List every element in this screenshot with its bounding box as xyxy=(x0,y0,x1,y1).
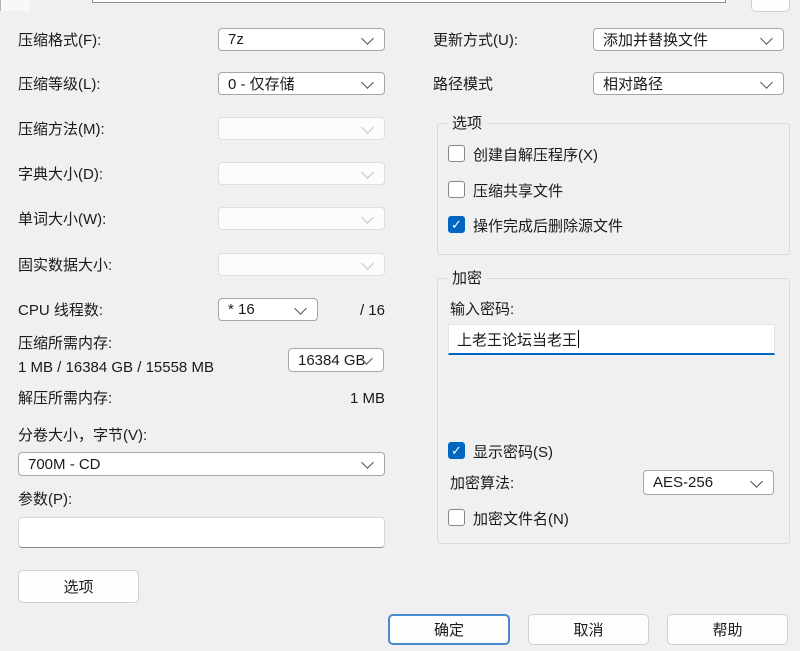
dictionary-select xyxy=(218,162,385,185)
encryption-group-title: 加密 xyxy=(447,269,487,288)
algorithm-select[interactable]: AES-256 xyxy=(643,470,774,495)
browse-button-partial[interactable] xyxy=(751,0,790,12)
level-select[interactable]: 0 - 仅存储 xyxy=(218,72,385,95)
word-size-label: 单词大小(W): xyxy=(18,210,106,229)
help-button-label: 帮助 xyxy=(712,619,742,640)
memory-limit-select[interactable]: 16384 GB xyxy=(288,348,384,372)
parameters-input[interactable] xyxy=(18,517,385,548)
password-input[interactable]: 上老王论坛当老王 xyxy=(448,324,775,355)
chevron-down-icon xyxy=(750,475,763,488)
split-volume-label: 分卷大小，字节(V): xyxy=(18,426,147,445)
word-size-select xyxy=(218,207,385,230)
options-button-label: 选项 xyxy=(63,576,93,597)
path-mode-select[interactable]: 相对路径 xyxy=(593,72,784,95)
chevron-down-icon xyxy=(361,257,374,270)
create-sfx-checkbox[interactable] xyxy=(448,145,465,162)
level-value: 0 - 仅存储 xyxy=(228,73,295,94)
format-label: 压缩格式(F): xyxy=(18,31,101,50)
options-group-title: 选项 xyxy=(447,114,487,133)
method-label: 压缩方法(M): xyxy=(18,120,105,139)
chevron-down-icon xyxy=(361,121,374,134)
algorithm-label: 加密算法: xyxy=(450,474,514,493)
memory-decompress-value: 1 MB xyxy=(335,389,385,408)
encrypt-filenames-checkbox[interactable] xyxy=(448,509,465,526)
memory-decompress-label: 解压所需内存: xyxy=(18,389,112,408)
chevron-down-icon xyxy=(361,76,374,89)
options-button[interactable]: 选项 xyxy=(18,570,139,603)
path-mode-label: 路径模式 xyxy=(433,75,493,94)
format-value: 7z xyxy=(228,31,244,48)
add-to-archive-dialog: 压缩格式(F): 7z 压缩等级(L): 0 - 仅存储 压缩方法(M): 字典… xyxy=(0,0,800,651)
cropped-control-partial xyxy=(0,0,30,11)
chevron-down-icon xyxy=(361,456,374,469)
level-label: 压缩等级(L): xyxy=(18,75,101,94)
chevron-down-icon xyxy=(760,76,773,89)
chevron-down-icon xyxy=(760,32,773,45)
update-mode-label: 更新方式(U): xyxy=(433,31,518,50)
solid-size-select xyxy=(218,253,385,276)
cancel-button-label: 取消 xyxy=(573,619,603,640)
cpu-threads-value: * 16 xyxy=(228,301,255,318)
show-password-label: 显示密码(S) xyxy=(473,443,553,462)
show-password-checkbox[interactable]: ✓ xyxy=(448,442,465,459)
delete-after-label: 操作完成后删除源文件 xyxy=(473,217,623,236)
format-select[interactable]: 7z xyxy=(218,28,385,51)
update-mode-value: 添加并替换文件 xyxy=(603,29,708,50)
cancel-button[interactable]: 取消 xyxy=(528,614,649,645)
compress-shared-checkbox[interactable] xyxy=(448,181,465,198)
ok-button[interactable]: 确定 xyxy=(388,614,510,645)
algorithm-value: AES-256 xyxy=(653,474,713,491)
solid-size-label: 固实数据大小: xyxy=(18,256,112,275)
path-mode-value: 相对路径 xyxy=(603,73,663,94)
parameters-label: 参数(P): xyxy=(18,490,72,509)
cpu-threads-select[interactable]: * 16 xyxy=(218,298,318,321)
delete-after-checkbox[interactable]: ✓ xyxy=(448,216,465,233)
method-select xyxy=(218,117,385,140)
cpu-threads-max: / 16 xyxy=(345,301,385,320)
checkmark-icon: ✓ xyxy=(451,218,462,231)
dictionary-label: 字典大小(D): xyxy=(18,165,103,184)
checkmark-icon: ✓ xyxy=(451,444,462,457)
update-mode-select[interactable]: 添加并替换文件 xyxy=(593,28,784,51)
split-volume-value: 700M - CD xyxy=(28,456,101,473)
cpu-threads-label: CPU 线程数: xyxy=(18,301,103,320)
password-value: 上老王论坛当老王 xyxy=(457,329,577,350)
password-label: 输入密码: xyxy=(450,300,514,319)
encrypt-filenames-label: 加密文件名(N) xyxy=(473,510,569,529)
create-sfx-label: 创建自解压程序(X) xyxy=(473,146,598,165)
memory-limit-value: 16384 GB xyxy=(298,352,366,369)
ok-button-label: 确定 xyxy=(434,619,464,640)
compress-shared-label: 压缩共享文件 xyxy=(473,182,563,201)
help-button[interactable]: 帮助 xyxy=(667,614,788,645)
archive-name-input-partial[interactable] xyxy=(92,0,726,3)
memory-compress-detail: 1 MB / 16384 GB / 15558 MB xyxy=(18,358,214,377)
text-caret xyxy=(578,330,579,348)
chevron-down-icon xyxy=(294,302,307,315)
memory-compress-label: 压缩所需内存: xyxy=(18,334,112,353)
chevron-down-icon xyxy=(361,211,374,224)
chevron-down-icon xyxy=(361,32,374,45)
chevron-down-icon xyxy=(361,166,374,179)
split-volume-combobox[interactable]: 700M - CD xyxy=(18,452,385,476)
